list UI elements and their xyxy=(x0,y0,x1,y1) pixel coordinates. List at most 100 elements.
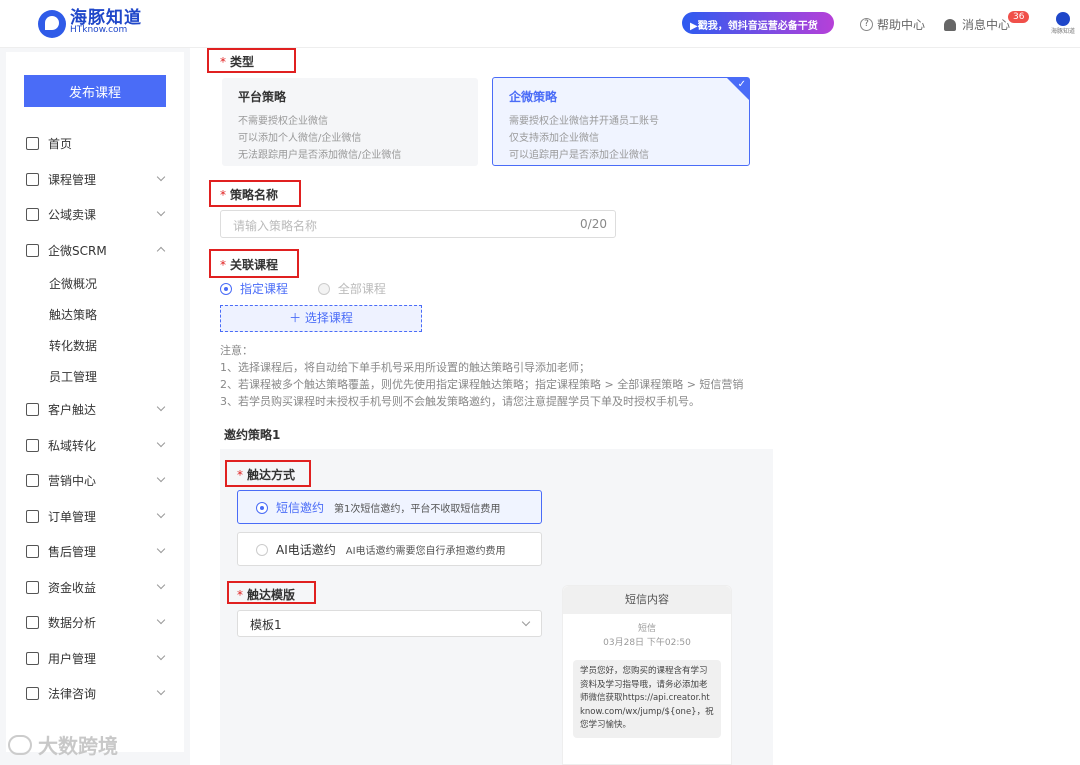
chevron-down-icon xyxy=(156,509,166,518)
card-line: 可以追踪用户是否添加企业微信 xyxy=(509,150,649,161)
watermark-text: 大数跨境 xyxy=(38,734,118,758)
sidebar-item-label: 资金收益 xyxy=(48,580,97,595)
sidebar-item-scrm[interactable]: 企微SCRM xyxy=(6,233,184,269)
sms-invite-option[interactable]: 短信邀约 第1次短信邀约，平台不收取短信费用 xyxy=(237,490,542,524)
message-center-link[interactable]: 消息中心 36 xyxy=(944,11,1030,33)
sidebar-item-label: 营销中心 xyxy=(48,474,97,489)
note-line: 2、若课程被多个触达策略覆盖，则优先使用指定课程触达策略；指定课程策略 > 全部… xyxy=(220,378,744,391)
sidebar-item-convert[interactable]: 私域转化 xyxy=(6,428,184,464)
reach-method-label: * 触达方式 xyxy=(237,468,296,482)
chevron-down-icon xyxy=(156,438,166,447)
template-select[interactable]: 模板1 xyxy=(237,610,542,637)
sidebar-item-order[interactable]: 订单管理 xyxy=(6,499,184,535)
chevron-down-icon xyxy=(156,686,166,696)
course-scope-radios: 指定课程 全部课程 xyxy=(220,280,386,297)
question-icon: ? xyxy=(860,18,873,31)
scrm-icon xyxy=(26,243,39,257)
course-icon xyxy=(26,172,39,186)
all-course-radio[interactable] xyxy=(317,282,330,295)
chevron-down-icon xyxy=(521,617,531,627)
card-title: 企微策略 xyxy=(509,90,558,104)
sidebar-item-label: 企微SCRM xyxy=(48,243,107,258)
sidebar-item-label: 数据分析 xyxy=(48,616,97,631)
sidebar-item-label: 法律咨询 xyxy=(48,687,97,702)
promo-banner[interactable]: ▶戳我，领抖音运营必备干货 xyxy=(682,12,834,34)
type-label: * 类型 xyxy=(220,55,255,69)
template-label: * 触达模版 xyxy=(237,588,296,602)
sidebar-item-reach[interactable]: 客户触达 xyxy=(6,392,184,428)
sidebar-item-money[interactable]: 资金收益 xyxy=(6,570,184,606)
note-line: 3、若学员购买课程时未授权手机号则不会触发策略邀约，请您注意提醒学员下单及时授权… xyxy=(220,395,700,408)
sidebar-subitem-conversion[interactable]: 转化数据 xyxy=(6,330,184,361)
preview-time: 03月28日 下午02:50 xyxy=(603,638,691,648)
publish-course-button[interactable]: 发布课程 xyxy=(24,75,166,107)
strategy-name-input[interactable]: 请输入策略名称 0/20 xyxy=(220,210,616,238)
watermark-logo-icon xyxy=(8,734,32,755)
platform-strategy-card[interactable]: 平台策略 不需要授权企业微信 可以添加个人微信/企业微信 无法跟踪用户是否添加微… xyxy=(222,78,478,166)
bell-icon xyxy=(944,18,956,31)
note-line: 注意： xyxy=(220,344,253,357)
strategy-form: * 类型 平台策略 不需要授权企业微信 可以添加个人微信/企业微信 无法跟踪用户是… xyxy=(190,48,1080,765)
sidebar-item-legal[interactable]: 法律咨询 xyxy=(6,676,184,712)
sidebar-item-home[interactable]: 首页 xyxy=(6,126,184,162)
note-line: 1、选择课程后，将自动给下单手机号采用所设置的触达策略引导添加老师； xyxy=(220,361,590,374)
ai-label: AI电话邀约 xyxy=(276,543,336,557)
sidebar-item-label: 首页 xyxy=(48,137,73,152)
chevron-down-icon xyxy=(156,473,166,483)
message-count-badge: 36 xyxy=(1008,11,1030,23)
sidebar-item-public-sale[interactable]: 公域卖课 xyxy=(6,197,184,233)
specific-course-label[interactable]: 指定课程 xyxy=(240,282,288,296)
chart-icon xyxy=(26,616,39,630)
card-line: 无法跟踪用户是否添加微信/企业微信 xyxy=(238,150,402,161)
specific-course-radio[interactable] xyxy=(220,282,232,295)
sidebar-item-marketing[interactable]: 营销中心 xyxy=(6,463,184,499)
select-course-button[interactable]: ＋ 选择课程 xyxy=(220,305,422,332)
reach-icon xyxy=(26,403,39,417)
help-center-link[interactable]: ? 帮助中心 xyxy=(860,16,925,33)
sidebar-item-label: 课程管理 xyxy=(48,172,97,187)
dolphin-logo-icon xyxy=(38,10,66,38)
avatar[interactable]: 海豚知道 xyxy=(1050,12,1076,38)
ai-call-option[interactable]: AI电话邀约 AI电话邀约需要您自行承担邀约费用 xyxy=(237,532,542,566)
sidebar-item-aftersale[interactable]: 售后管理 xyxy=(6,534,184,570)
order-icon xyxy=(26,509,39,523)
ai-desc: AI电话邀约需要您自行承担邀约费用 xyxy=(345,546,506,557)
logo-title: 海豚知道 xyxy=(70,8,142,28)
sidebar-subitem-overview[interactable]: 企微概况 xyxy=(6,268,184,299)
sidebar-item-course[interactable]: 课程管理 xyxy=(6,162,184,198)
chevron-down-icon xyxy=(156,580,166,589)
logo[interactable]: 海豚知道 HTknow.com xyxy=(38,10,142,38)
chevron-down-icon xyxy=(156,615,166,625)
card-title: 平台策略 xyxy=(238,90,287,104)
check-icon: ✓ xyxy=(737,79,746,90)
legal-icon xyxy=(26,687,39,701)
name-placeholder: 请输入策略名称 xyxy=(233,219,318,233)
sidebar: 发布课程 首页 课程管理 公域卖课 企微SCRM 企微概况 触达策略 转化数据 … xyxy=(6,52,184,752)
sms-label: 短信邀约 xyxy=(276,501,325,515)
card-line: 需要授权企业微信并开通员工账号 xyxy=(509,116,659,127)
sidebar-item-analytics[interactable]: 数据分析 xyxy=(6,605,184,641)
preview-message: 学员您好，您购买的课程含有学习资料及学习指导哦，请务必添加老师微信获取https… xyxy=(573,660,721,738)
sidebar-item-label: 公域卖课 xyxy=(48,208,97,223)
preview-sender: 短信 xyxy=(637,624,656,634)
card-line: 不需要授权企业微信 xyxy=(238,116,328,127)
message-center-label: 消息中心 xyxy=(962,18,1011,32)
sidebar-nav: 首页 课程管理 公域卖课 企微SCRM 企微概况 触达策略 转化数据 员工管理 … xyxy=(6,126,184,712)
notes-block: 注意： 1、选择课程后，将自动给下单手机号采用所设置的触达策略引导添加老师； 2… xyxy=(220,342,743,410)
sidebar-item-label: 私域转化 xyxy=(48,438,97,453)
user-icon xyxy=(26,651,39,665)
wecom-strategy-card[interactable]: ✓ 企微策略 需要授权企业微信并开通员工账号 仅支持添加企业微信 可以追踪用户是… xyxy=(492,77,750,166)
char-counter: 0/20 xyxy=(580,217,607,231)
sidebar-subitem-staff[interactable]: 员工管理 xyxy=(6,361,184,392)
ai-radio xyxy=(256,543,268,556)
all-course-label[interactable]: 全部课程 xyxy=(338,282,386,296)
sidebar-item-label: 售后管理 xyxy=(48,545,97,560)
template-value: 模板1 xyxy=(250,618,282,632)
invite-strategy-panel: * 触达方式 短信邀约 第1次短信邀约，平台不收取短信费用 AI电话邀约 AI电话邀约… xyxy=(220,449,773,765)
sidebar-subitem-strategy[interactable]: 触达策略 xyxy=(6,299,184,330)
chevron-down-icon xyxy=(156,402,166,412)
sidebar-item-users[interactable]: 用户管理 xyxy=(6,641,184,677)
card-line: 可以添加个人微信/企业微信 xyxy=(238,133,362,144)
preview-title: 短信内容 xyxy=(563,586,731,614)
chevron-down-icon xyxy=(156,544,166,554)
